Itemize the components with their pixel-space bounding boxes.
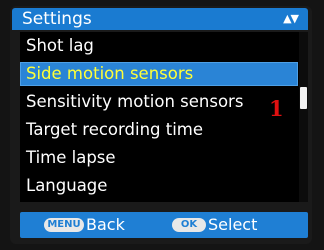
scroll-arrows-icon: ▲▼ — [283, 12, 299, 25]
menu-item-shot-lag[interactable]: Shot lag — [20, 34, 298, 58]
page-title: Settings — [22, 9, 92, 29]
menu-item-sensitivity-motion-sensors[interactable]: Sensitivity motion sensors — [20, 90, 298, 114]
back-button[interactable]: Back — [86, 214, 125, 236]
settings-menu: Shot lag Side motion sensors Sensitivity… — [20, 32, 308, 202]
footer-bar: MENU Back OK Select — [20, 212, 308, 238]
select-button[interactable]: Select — [208, 214, 257, 236]
menu-item-label: Sensitivity motion sensors — [26, 92, 244, 111]
menu-item-label: Time lapse — [26, 148, 116, 167]
scrollbar-thumb[interactable] — [300, 87, 307, 109]
menu-item-side-motion-sensors[interactable]: Side motion sensors — [20, 62, 298, 86]
annotation-marker: 1 — [269, 96, 284, 121]
scrollbar-track[interactable] — [299, 32, 308, 202]
menu-item-label: Language — [26, 176, 108, 195]
settings-header: Settings ▲▼ — [12, 8, 308, 30]
menu-item-label: Side motion sensors — [26, 64, 194, 83]
menu-item-label: Target recording time — [26, 120, 204, 139]
menu-item-label: Shot lag — [26, 36, 94, 55]
menu-item-language[interactable]: Language — [20, 174, 298, 198]
ok-key-icon: OK — [172, 218, 206, 232]
menu-item-target-recording-time[interactable]: Target recording time — [20, 118, 298, 142]
menu-key-icon: MENU — [44, 218, 84, 232]
menu-item-time-lapse[interactable]: Time lapse — [20, 146, 298, 170]
